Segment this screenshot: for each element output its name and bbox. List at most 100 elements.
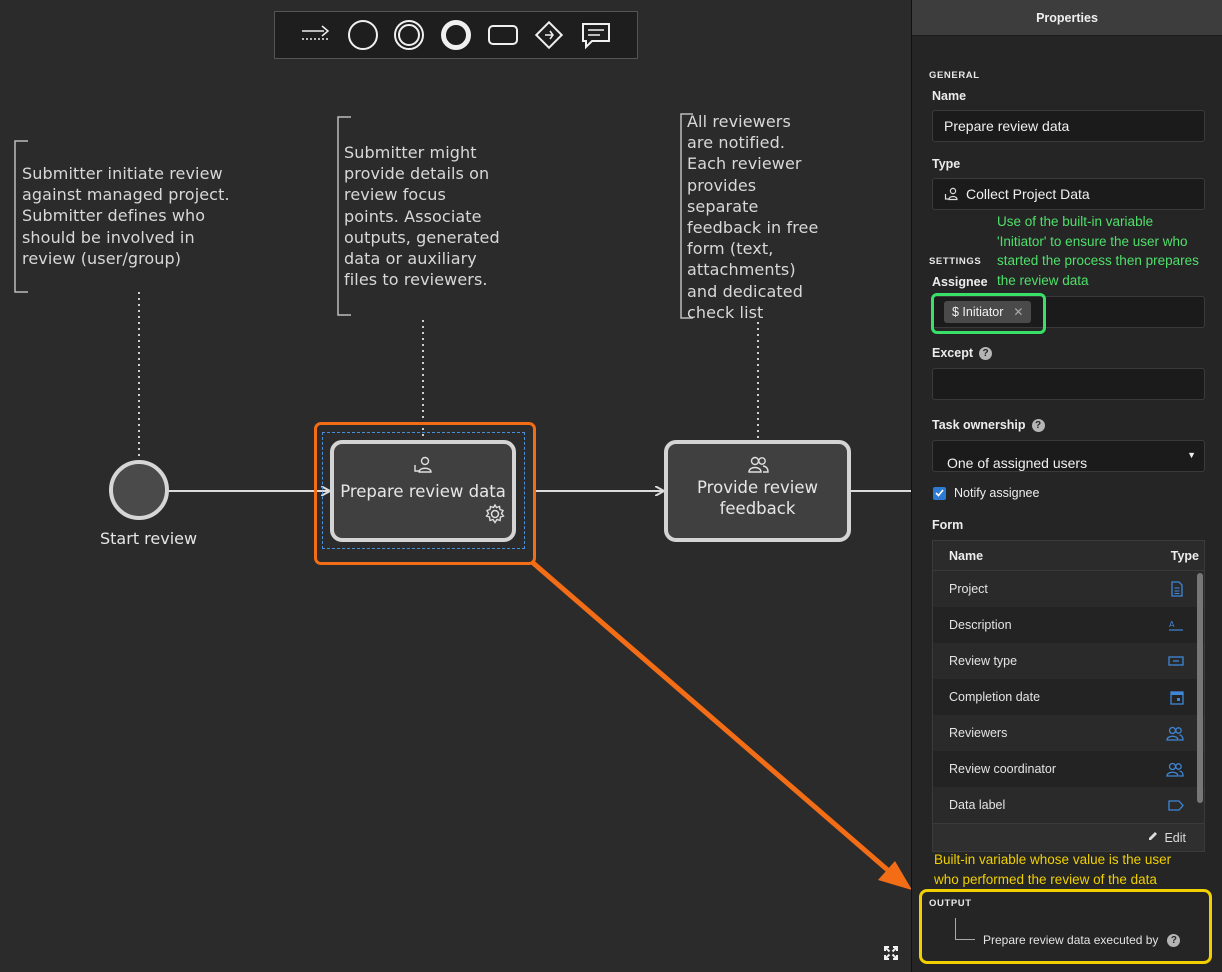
annotation-line: Each reviewer: [687, 154, 802, 174]
shape-toolbar: [274, 11, 638, 59]
users-icon: [1166, 726, 1184, 741]
task-icon[interactable]: [485, 17, 521, 53]
table-row[interactable]: Completion date: [933, 679, 1204, 715]
ownership-label: Task ownership ?: [932, 418, 1045, 432]
help-icon[interactable]: ?: [979, 346, 992, 360]
annotation-line: review focus: [344, 185, 446, 205]
annotation-line: check list: [687, 302, 764, 322]
assignee-label: Assignee: [932, 275, 988, 289]
form-field-name: Review type: [949, 654, 1018, 668]
table-row[interactable]: Review coordinator: [933, 751, 1204, 787]
general-section-title: GENERAL: [929, 70, 980, 81]
task-label: Prepare review data: [340, 481, 506, 501]
tag-icon: [1168, 799, 1184, 811]
annotation-line: All reviewers: [687, 112, 791, 131]
callout-line: the review data: [997, 272, 1089, 288]
table-row[interactable]: Description A: [933, 607, 1204, 643]
start-event-label: Start review: [100, 529, 198, 548]
type-label: Type: [932, 157, 961, 171]
form-field-name: Review coordinator: [949, 762, 1056, 776]
annotation-line: provides: [687, 175, 757, 195]
annotation-icon[interactable]: [578, 17, 614, 53]
type-value: Collect Project Data: [966, 186, 1090, 202]
table-row[interactable]: Project: [933, 571, 1204, 607]
annotation-line: Submitter initiate review: [22, 164, 223, 183]
users-icon: [747, 456, 769, 479]
task-prepare-review-data[interactable]: Prepare review data: [330, 440, 516, 542]
callout-line: Use of the built-in variable: [997, 214, 1154, 229]
fullscreen-icon[interactable]: [884, 946, 898, 960]
calendar-icon: [1170, 690, 1184, 705]
collect-data-icon: [413, 456, 433, 479]
output-tree-line: [955, 918, 975, 940]
help-icon[interactable]: ?: [1167, 933, 1181, 947]
annotation-line: Submitter defines who: [22, 206, 206, 226]
name-label: Name: [932, 89, 967, 103]
properties-panel: Properties GENERAL Name Prepare review d…: [911, 0, 1222, 972]
form-field-name: Data label: [949, 798, 1006, 812]
yellow-callout-note: Built-in variable whose value is the use…: [934, 850, 1171, 889]
ownership-select[interactable]: One of assigned users ▼: [932, 440, 1205, 472]
start-event[interactable]: [109, 460, 169, 520]
collect-data-icon: [944, 187, 959, 201]
green-highlight-box: [931, 293, 1046, 334]
text-field-icon: A: [1168, 619, 1184, 631]
users-icon: [1166, 762, 1184, 777]
annotation-line: data or auxiliary: [344, 249, 477, 269]
annotation-text-reviewers: All reviewers are notified. Each reviewer p…: [687, 111, 818, 323]
help-icon[interactable]: ?: [1031, 418, 1045, 432]
intermediate-event-icon[interactable]: [391, 17, 427, 53]
notify-checkbox[interactable]: [933, 486, 946, 500]
annotation-text-details: Submitter might provide details on review …: [344, 142, 500, 290]
task-provide-review-feedback[interactable]: Provide review feedback: [664, 440, 851, 542]
panel-title: Properties: [912, 0, 1222, 36]
annotation-line: against managed project.: [22, 185, 230, 205]
callout-line: started the process then prepares: [997, 253, 1199, 268]
except-input[interactable]: [932, 368, 1205, 400]
ownership-label-text: Task ownership: [932, 418, 1026, 432]
ownership-value: One of assigned users: [947, 455, 1088, 471]
connector-icon[interactable]: [298, 17, 334, 53]
chevron-down-icon: ▼: [1187, 450, 1196, 460]
pencil-icon: [1147, 830, 1159, 845]
table-row[interactable]: Data label: [933, 787, 1204, 823]
type-select[interactable]: Collect Project Data: [932, 178, 1205, 210]
form-rows: Project Description A Review type Completion…: [933, 571, 1204, 823]
name-input[interactable]: Prepare review data: [932, 110, 1205, 142]
except-label: Except ?: [932, 346, 992, 360]
annotation-line: feedback in free: [687, 218, 819, 238]
task-label-line-1: Provide review: [697, 478, 818, 497]
green-callout-note: Use of the built-in variable 'Initiator' …: [997, 212, 1199, 290]
annotation-line: attachments): [687, 260, 796, 280]
annotation-line: outputs, generated: [344, 227, 500, 247]
end-event-icon[interactable]: [438, 17, 474, 53]
form-label: Form: [932, 518, 964, 532]
settings-section-title: SETTINGS: [929, 256, 982, 267]
annotation-line: should be involved in: [22, 227, 195, 247]
gear-icon[interactable]: [484, 503, 506, 530]
except-label-text: Except: [932, 346, 973, 360]
annotation-line: are notified.: [687, 133, 786, 153]
form-table-header: Name Type: [933, 541, 1204, 571]
column-header-name: Name: [949, 548, 984, 563]
annotation-line: separate: [687, 196, 759, 216]
dropdown-field-icon: [1168, 656, 1184, 666]
notify-assignee-row[interactable]: Notify assignee: [933, 486, 1039, 500]
output-section-title: OUTPUT: [929, 898, 972, 909]
edit-form-button[interactable]: Edit: [933, 823, 1204, 851]
form-scrollbar[interactable]: [1197, 573, 1203, 803]
gateway-icon[interactable]: [531, 17, 567, 53]
callout-line: Built-in variable whose value is the use…: [934, 852, 1172, 867]
annotation-line: files to reviewers.: [344, 270, 488, 290]
form-field-name: Description: [949, 618, 1012, 632]
table-row[interactable]: Reviewers: [933, 715, 1204, 751]
callout-line: who performed the review of the data: [934, 871, 1157, 887]
start-event-icon[interactable]: [345, 17, 381, 53]
diagram-canvas[interactable]: Submitter initiate review against managed…: [0, 0, 911, 972]
document-icon: [1170, 581, 1184, 597]
table-row[interactable]: Review type: [933, 643, 1204, 679]
form-field-name: Project: [949, 582, 988, 596]
svg-text:A: A: [1169, 620, 1175, 629]
output-variable-label: Prepare review data executed by: [983, 933, 1159, 947]
annotation-line: points. Associate: [344, 206, 482, 226]
